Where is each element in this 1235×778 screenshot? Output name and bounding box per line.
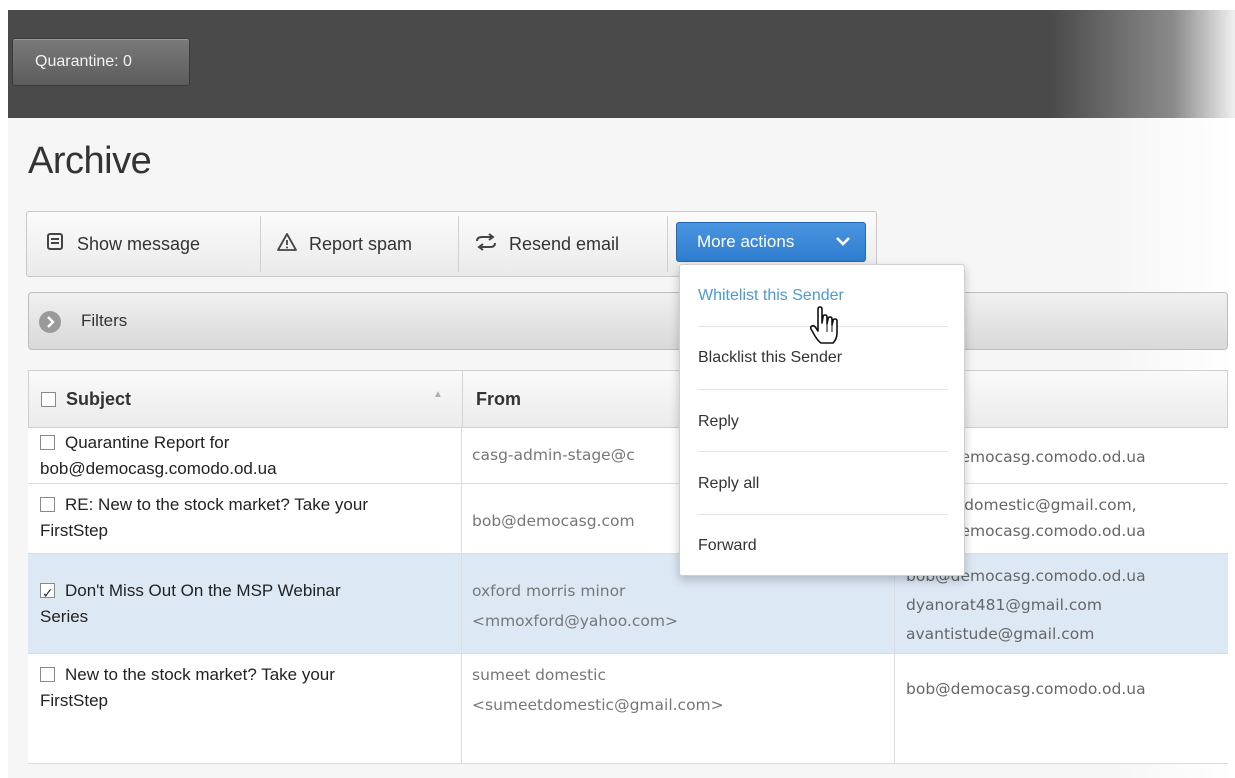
menu-divider (698, 451, 948, 452)
report-spam-button[interactable]: Report spam (277, 212, 412, 276)
column-divider (461, 484, 462, 554)
table-row-selected[interactable]: Don't Miss Out On the MSP Webinar Series… (28, 554, 1228, 654)
toolbar-divider (667, 216, 668, 272)
toolbar-divider (458, 216, 459, 272)
subject-line: Quarantine Report for (65, 433, 230, 452)
toolbar-divider (260, 216, 261, 272)
row-checkbox[interactable] (40, 497, 55, 512)
menu-item-forward[interactable]: Forward (698, 537, 948, 555)
subject-cell: RE: New to the stock market? Take your F… (40, 484, 470, 544)
menu-item-blacklist-sender[interactable]: Blacklist this Sender (698, 349, 948, 367)
menu-item-reply-all[interactable]: Reply all (698, 475, 948, 493)
subject-cell: New to the stock market? Take your First… (40, 654, 470, 714)
table-row[interactable]: RE: New to the stock market? Take your F… (28, 484, 1228, 554)
table-header: Subject ▲ From (28, 370, 1228, 429)
subject-line: Don't Miss Out On the MSP Webinar (65, 581, 341, 600)
subject-column-header[interactable]: Subject (41, 371, 131, 429)
menu-item-whitelist-sender[interactable]: Whitelist this Sender (698, 287, 948, 305)
to-cell: bob@democasg.comodo.od.ua (906, 676, 1228, 702)
subject-line: Series (40, 607, 89, 626)
column-divider (461, 428, 462, 484)
to-line: avantistude@gmail.com (906, 625, 1095, 643)
filters-bar[interactable]: Filters (28, 292, 1228, 350)
from-line: <sumeetdomestic@gmail.com> (472, 696, 724, 714)
show-message-label: Show message (77, 233, 201, 254)
filters-label: Filters (81, 311, 128, 330)
more-actions-button[interactable]: More actions (676, 222, 866, 262)
subject-line: FirstStep (40, 521, 109, 540)
show-message-button[interactable]: Show message (47, 212, 200, 276)
from-cell: oxford morris minor <mmoxford@yahoo.com> (472, 576, 897, 636)
subject-line: bob@democasg.comodo.od.ua (40, 459, 277, 478)
column-divider (461, 654, 462, 764)
from-column-header[interactable]: From (476, 371, 521, 429)
menu-divider (698, 514, 948, 515)
from-line: oxford morris minor (472, 582, 626, 600)
table-row[interactable]: Quarantine Report for bob@democasg.comod… (28, 428, 1228, 484)
warning-icon (277, 232, 297, 256)
menu-item-reply[interactable]: Reply (698, 413, 948, 431)
from-cell: sumeet domestic <sumeetdomestic@gmail.co… (472, 660, 897, 720)
top-bar (8, 10, 1235, 118)
row-checkbox[interactable] (40, 435, 55, 450)
to-line: bob@democasg.comodo.od.ua (906, 680, 1146, 698)
subject-cell: Quarantine Report for bob@democasg.comod… (40, 428, 470, 482)
select-all-checkbox[interactable] (41, 392, 56, 407)
row-checkbox-checked[interactable] (40, 581, 55, 607)
hand-cursor-icon (808, 306, 840, 351)
chevron-right-icon (39, 311, 61, 333)
row-checkbox[interactable] (40, 667, 55, 682)
subject-line: RE: New to the stock market? Take your (65, 495, 368, 514)
more-actions-label: More actions (697, 232, 795, 251)
report-spam-label: Report spam (309, 233, 413, 254)
subject-cell: Don't Miss Out On the MSP Webinar Series (40, 554, 470, 630)
resend-email-button[interactable]: Resend email (475, 212, 619, 276)
column-divider (462, 371, 463, 429)
to-line: dyanorat481@gmail.com (906, 596, 1102, 614)
column-divider (461, 554, 462, 654)
message-icon (47, 232, 65, 256)
resend-icon (475, 232, 497, 256)
resend-email-label: Resend email (509, 233, 620, 254)
quarantine-button[interactable]: Quarantine: 0 (12, 38, 190, 86)
sort-up-icon[interactable]: ▲ (433, 389, 443, 400)
subject-line: New to the stock market? Take your (65, 665, 335, 684)
subject-header-label: Subject (66, 389, 132, 409)
column-divider (894, 654, 895, 764)
page-title: Archive (28, 140, 152, 182)
menu-divider (698, 389, 948, 390)
from-line: <mmoxford@yahoo.com> (472, 612, 678, 630)
table-row[interactable]: New to the stock market? Take your First… (28, 654, 1228, 764)
from-line: sumeet domestic (472, 666, 607, 684)
subject-line: FirstStep (40, 691, 109, 710)
